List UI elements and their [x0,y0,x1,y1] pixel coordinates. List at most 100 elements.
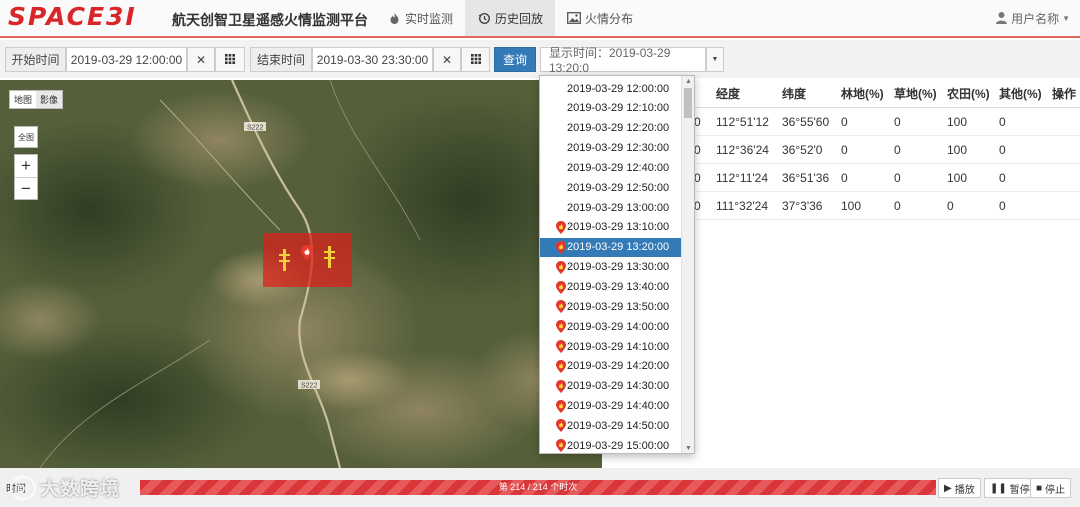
time-option[interactable]: 2019-03-29 14:30:00 [540,377,682,396]
stop-icon: ■ [1036,482,1043,494]
start-calendar-button[interactable] [215,47,245,72]
map-mode-button[interactable]: 地图 [10,91,36,108]
fire-pin-icon [556,439,566,453]
time-option[interactable]: 2019-03-29 14:40:00 [540,397,682,416]
start-time-input[interactable]: 2019-03-29 12:00:00 [66,47,187,72]
cell-lead: 0 [694,198,701,213]
time-option[interactable]: 2019-03-29 13:20:00 [540,237,682,257]
time-option[interactable]: 2019-03-29 12:40:00 [540,158,682,177]
display-time-dropdown: 2019-03-29 12:00:00 2019-03-29 12:10:00 20… [539,75,695,454]
end-time-input[interactable]: 2019-03-30 23:30:00 [312,47,433,72]
map-type-toggle: 地图 影像 [9,90,64,109]
fire-pin-icon[interactable] [301,245,313,260]
time-option-label: 2019-03-29 13:50:00 [567,300,670,313]
time-option[interactable]: 2019-03-29 13:10:00 [540,218,682,237]
cell-other: 0 [999,114,1006,129]
time-option[interactable]: 2019-03-29 14:10:00 [540,337,682,356]
pause-button[interactable]: ❚❚ 暂停 [984,478,1036,498]
cell-farmland: 100 [947,170,968,185]
time-option[interactable]: 2019-03-29 12:00:00 [540,79,682,98]
brand-logo: SPACE3I [8,2,137,31]
cell-longitude: 112°36'24 [716,142,769,157]
time-option-label: 2019-03-29 12:00:00 [567,82,670,95]
col-other: 其他(%) [999,87,1042,101]
time-option[interactable]: 2019-03-29 14:50:00 [540,416,682,435]
cell-other: 0 [999,170,1006,185]
fire-pin-icon [556,220,566,234]
cell-longitude: 112°51'12 [716,114,769,129]
time-option[interactable]: 2019-03-29 13:40:00 [540,278,682,297]
user-menu[interactable]: 用户名称 ▼ [995,10,1070,27]
play-label: 播放 [954,484,975,496]
time-option[interactable]: 2019-03-29 12:20:00 [540,119,682,138]
cell-grass: 0 [894,198,901,213]
time-option[interactable]: 2019-03-29 15:00:00 [540,436,682,453]
fire-pin-icon [556,240,566,254]
time-option-label: 2019-03-29 12:40:00 [567,161,670,174]
cell-lead: 0 [694,142,701,157]
fire-marker-icon[interactable] [324,246,335,268]
scrollbar-thumb[interactable] [684,88,692,118]
time-option-label: 2019-03-29 14:10:00 [567,340,670,353]
full-extent-button[interactable]: 全图 [14,126,38,148]
display-time-toggle[interactable]: ▼ [706,47,724,72]
play-button[interactable]: ▶ 播放 [938,478,981,498]
end-calendar-button[interactable] [461,47,490,72]
fire-pin-icon [556,300,566,314]
time-option-label: 2019-03-29 13:20:00 [567,241,670,254]
cell-grass: 0 [894,142,901,157]
grid-icon [470,53,481,67]
scroll-down-icon[interactable]: ▼ [682,443,694,453]
zoom-control: + − [14,154,38,200]
road-label: S222 [301,383,317,390]
end-time-label: 结束时间 [250,47,312,72]
satellite-map[interactable]: S222 S222 地图 影像 全图 + − [0,80,602,468]
time-option[interactable]: 2019-03-29 14:20:00 [540,357,682,376]
query-button[interactable]: 查询 [494,47,536,72]
nav-item-realtime[interactable]: 实时监测 [375,0,465,36]
time-option[interactable]: 2019-03-29 13:00:00 [540,198,682,217]
time-option-label: 2019-03-29 13:30:00 [567,261,670,274]
playback-progress[interactable]: 第 214 / 214 个时次 [140,480,936,495]
top-header: SPACE3I 航天创智卫星遥感火情监测平台 实时监测 历史回放 火情分布 用户… [0,0,1080,38]
time-option-label: 2019-03-29 13:10:00 [567,221,670,234]
time-option-label: 2019-03-29 13:40:00 [567,281,670,293]
cell-farmland: 100 [947,114,968,129]
fire-marker-icon[interactable] [279,249,290,271]
image-icon [567,11,581,25]
nav-item-distribution[interactable]: 火情分布 [555,0,645,36]
time-option[interactable]: 2019-03-29 12:50:00 [540,178,682,197]
time-option[interactable]: 2019-03-29 13:30:00 [540,258,682,277]
time-option[interactable]: 2019-03-29 12:30:00 [540,139,682,158]
nav-item-history[interactable]: 历史回放 [465,0,556,36]
nav-label-history: 历史回放 [495,11,544,26]
app-title: 航天创智卫星遥感火情监测平台 [172,12,368,28]
imagery-mode-button[interactable]: 影像 [36,91,63,108]
fire-area-highlight[interactable] [263,233,352,287]
zoom-in-button[interactable]: + [15,155,37,177]
time-option[interactable]: 2019-03-29 14:00:00 [540,317,682,336]
display-time-select[interactable]: 显示时间：2019-03-29 13:20:0 [540,46,706,75]
fire-pin-icon [556,340,566,354]
cell-other: 0 [999,142,1006,157]
scroll-up-icon[interactable]: ▲ [682,76,694,86]
cell-latitude: 37°3'36 [782,198,823,213]
time-option-label: 2019-03-29 12:50:00 [567,181,670,194]
zoom-out-button[interactable]: − [15,177,37,199]
col-farmland: 农田(%) [947,87,990,101]
time-option-label: 2019-03-29 14:50:00 [567,419,670,432]
time-option[interactable]: 2019-03-29 12:10:00 [540,99,682,118]
caret-down-icon: ▼ [1062,14,1070,23]
stop-button[interactable]: ■ 停止 [1030,478,1072,498]
start-clear-button[interactable]: ✕ [187,47,215,72]
time-option-label: 2019-03-29 14:30:00 [567,380,670,393]
time-option-label: 2019-03-29 12:20:00 [567,122,670,135]
dropdown-scrollbar[interactable]: ▲ ▼ [681,76,694,453]
fire-icon [387,11,401,25]
cell-forest: 0 [841,170,848,185]
time-option-label: 2019-03-29 12:30:00 [567,142,670,155]
time-option[interactable]: 2019-03-29 13:50:00 [540,297,682,316]
cell-farmland: 100 [947,142,968,157]
cell-latitude: 36°51'36 [782,170,830,185]
end-clear-button[interactable]: ✕ [433,47,461,72]
